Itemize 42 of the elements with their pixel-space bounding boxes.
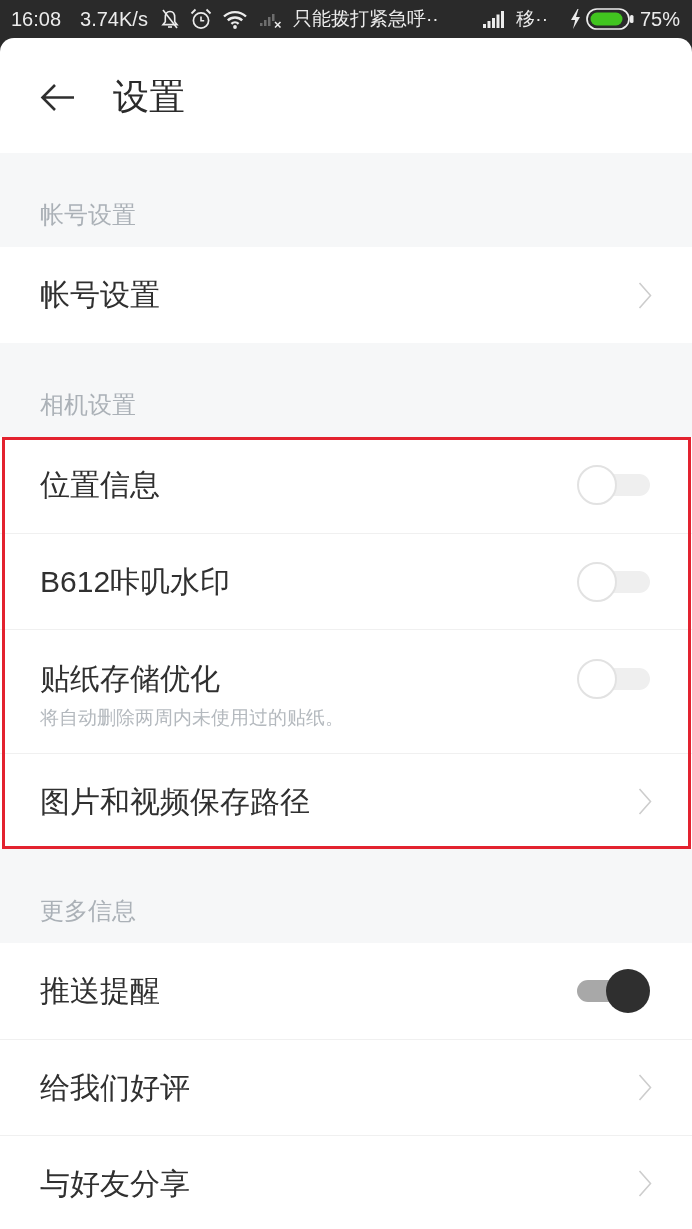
section-title: 更多信息 (40, 896, 136, 926)
settings-row[interactable]: 帐号设置 (0, 247, 692, 343)
section-title: 相机设置 (40, 390, 136, 420)
chevron-right-icon (638, 281, 652, 309)
back-button[interactable] (40, 82, 75, 112)
toggle-switch[interactable] (577, 657, 650, 701)
toggle-switch[interactable] (577, 463, 650, 507)
carrier-text: 移·· (516, 7, 548, 31)
battery-percentage: 75% (639, 7, 680, 31)
settings-row[interactable]: 与好友分享 (0, 1135, 692, 1229)
toggle-switch[interactable] (577, 559, 650, 604)
status-time: 16:08 (11, 7, 62, 31)
lightning-bolt-icon (569, 9, 581, 29)
row-label: 推送提醒 (40, 973, 160, 1009)
page-title: 设置 (113, 75, 185, 119)
chevron-right-icon (638, 1074, 652, 1101)
chevron-right-icon (638, 788, 652, 815)
settings-row[interactable]: 图片和视频保存路径 (0, 753, 692, 849)
back-arrow-icon (40, 82, 75, 112)
settings-row[interactable]: 给我们好评 (0, 1039, 692, 1135)
sim-status-text: 只能拨打紧急呼·· (292, 7, 439, 31)
settings-row[interactable]: 位置信息 (0, 437, 692, 533)
chevron-right-icon (638, 1170, 652, 1197)
settings-row[interactable]: B612咔叽水印 (0, 533, 692, 629)
toggle-switch[interactable] (577, 969, 650, 1013)
settings-row[interactable]: 贴纸存储优化 将自动删除两周内未使用过的贴纸。 (0, 629, 692, 753)
row-label: 与好友分享 (40, 1165, 190, 1202)
row-label: 给我们好评 (40, 1069, 190, 1106)
settings-row[interactable]: 推送提醒 (0, 943, 692, 1039)
row-description: 将自动删除两周内未使用过的贴纸。 (40, 706, 344, 730)
row-label: 帐号设置 (40, 277, 160, 313)
battery-icon (585, 8, 634, 30)
alarm-clock-icon (189, 8, 212, 30)
row-label: 图片和视频保存路径 (40, 783, 310, 820)
bell-off-icon (160, 9, 179, 29)
wifi-icon (221, 9, 248, 29)
row-label: B612咔叽水印 (40, 563, 231, 600)
row-label: 贴纸存储优化 (40, 661, 220, 697)
row-label: 位置信息 (40, 467, 160, 503)
network-speed: 3.74K/s (80, 7, 148, 31)
signal-icon (482, 10, 507, 28)
section-title: 帐号设置 (40, 200, 136, 230)
